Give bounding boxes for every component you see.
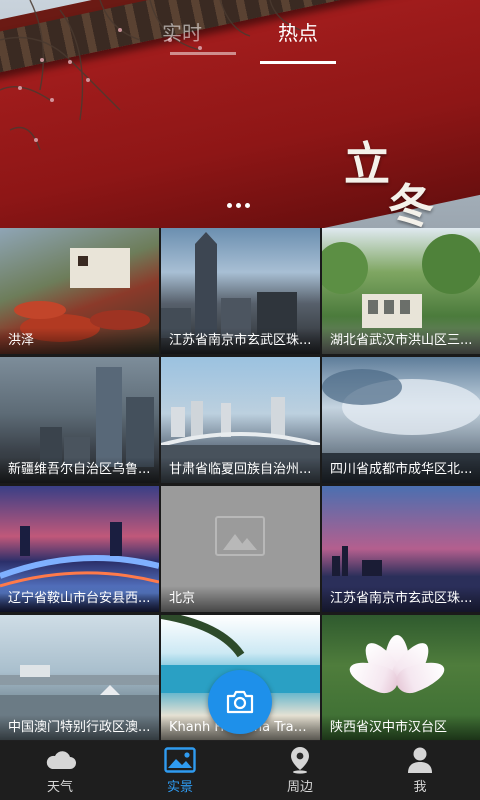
photo-location-label: 江苏省南京市玄武区珠... <box>161 328 320 354</box>
tab-realtime[interactable]: 实时 <box>144 16 220 56</box>
camera-button[interactable] <box>208 670 272 734</box>
nav-scenery[interactable]: 实景 <box>120 740 240 800</box>
photo-location-label: 新疆维吾尔自治区乌鲁... <box>0 457 159 483</box>
page-dot <box>227 203 232 208</box>
user-icon <box>404 746 436 774</box>
photo-location-label: 中国澳门特别行政区澳... <box>0 715 159 741</box>
photo-tile[interactable]: 洪泽 <box>0 228 159 354</box>
nav-nearby-label: 周边 <box>286 780 313 795</box>
photo-lotus-flower <box>345 625 449 705</box>
photo-location-label: 辽宁省鞍山市台安县西... <box>0 586 159 612</box>
cloud-icon <box>44 746 76 774</box>
photo-tile[interactable]: 陕西省汉中市汉台区 <box>322 615 480 741</box>
photo-tile[interactable]: 江苏省南京市玄武区珠... <box>322 486 480 612</box>
hero-banner[interactable]: 立 冬 实时 热点 <box>0 0 480 228</box>
banner-calligraphy-dong: 冬 <box>388 179 434 228</box>
photo-location-label: 甘肃省临夏回族自治州... <box>161 457 320 483</box>
nav-nearby[interactable]: 周边 <box>240 740 360 800</box>
photo-tile[interactable]: 北京 <box>161 486 320 612</box>
photo-tile[interactable]: 江苏省南京市玄武区珠... <box>161 228 320 354</box>
page-indicator <box>227 203 250 208</box>
nav-me[interactable]: 我 <box>360 740 480 800</box>
page-dot <box>245 203 250 208</box>
photo-location-label: 江苏省南京市玄武区珠... <box>322 586 480 612</box>
top-tabs: 实时 热点 <box>0 16 480 64</box>
photo-location-label: 四川省成都市成华区北... <box>322 457 480 483</box>
photo-tile[interactable]: 甘肃省临夏回族自治州... <box>161 357 320 483</box>
photo-location-label: 陕西省汉中市汉台区 <box>322 715 480 741</box>
photo-tile[interactable]: 中国澳门特别行政区澳... <box>0 615 159 741</box>
tab-hot[interactable]: 热点 <box>260 16 336 64</box>
page-dot <box>236 203 241 208</box>
banner-calligraphy-li: 立 <box>344 137 390 191</box>
nav-me-label: 我 <box>413 780 427 795</box>
photo-icon <box>164 746 196 774</box>
location-pin-icon <box>284 746 316 774</box>
photo-tile[interactable]: 湖北省武汉市洪山区三... <box>322 228 480 354</box>
photo-location-label: 洪泽 <box>0 328 159 354</box>
camera-icon <box>226 690 254 714</box>
nav-scenery-label: 实景 <box>166 780 193 795</box>
image-placeholder-icon <box>215 516 265 556</box>
nav-weather-label: 天气 <box>46 780 73 795</box>
bottom-navigation: 天气 实景 周边 我 <box>0 740 480 800</box>
nav-weather[interactable]: 天气 <box>0 740 120 800</box>
photo-grid: 洪泽 江苏省南京市玄武区珠... 湖北省武汉市洪山区三... 新疆维吾尔自治区乌… <box>0 228 480 741</box>
photo-location-label: 北京 <box>161 586 320 612</box>
photo-tile[interactable]: 辽宁省鞍山市台安县西... <box>0 486 159 612</box>
photo-tile[interactable]: 新疆维吾尔自治区乌鲁... <box>0 357 159 483</box>
photo-tile[interactable]: 四川省成都市成华区北... <box>322 357 480 483</box>
photo-location-label: 湖北省武汉市洪山区三... <box>322 328 480 354</box>
